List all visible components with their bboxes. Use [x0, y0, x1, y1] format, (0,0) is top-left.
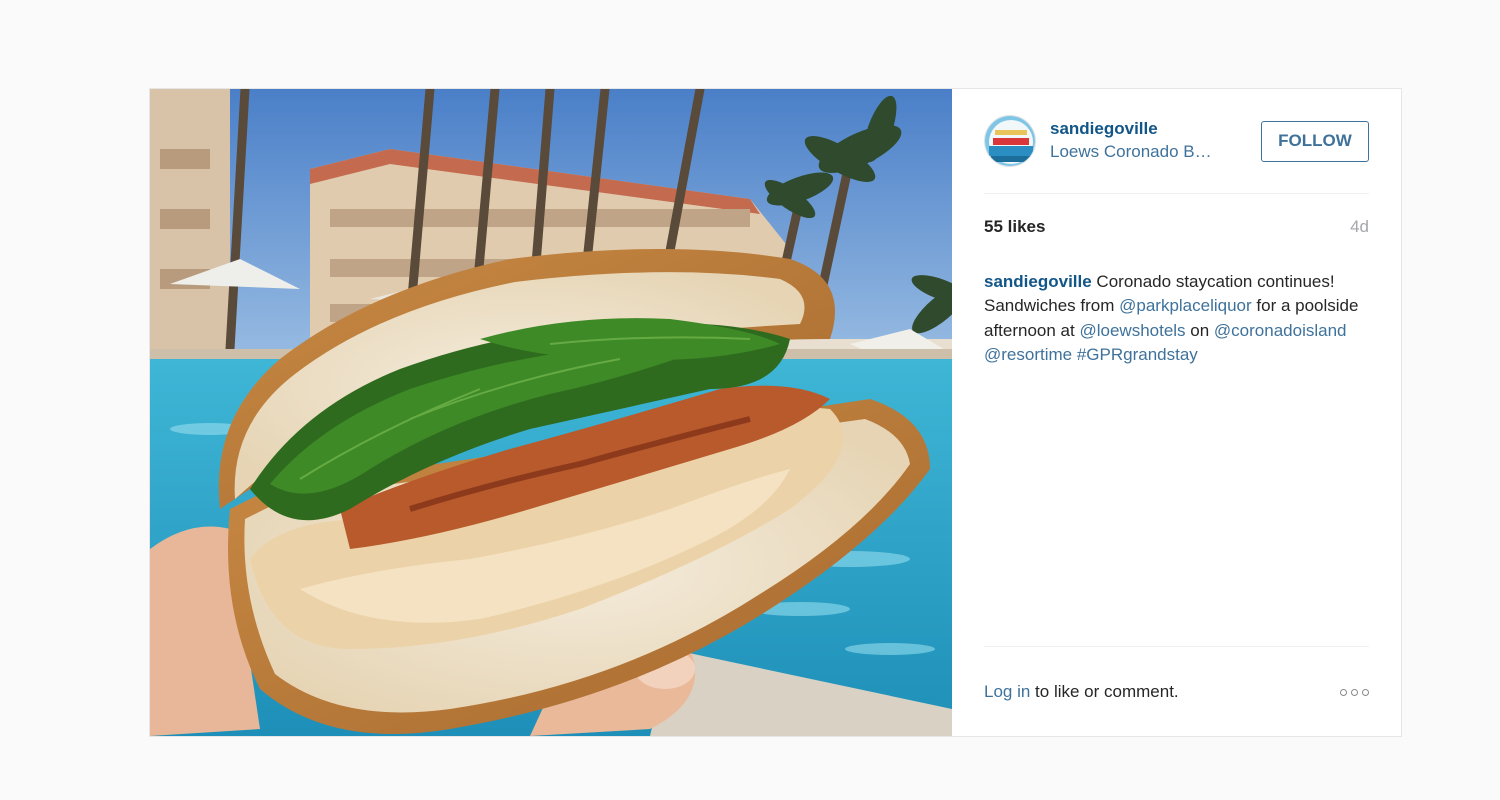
- likes-count[interactable]: 55 likes: [984, 217, 1045, 237]
- post-sidebar: sandiegoville Loews Coronado B… FOLLOW 5…: [952, 89, 1401, 736]
- dot: [1340, 688, 1347, 696]
- username-link[interactable]: sandiegoville: [1050, 118, 1261, 140]
- post-photo[interactable]: [150, 89, 952, 736]
- location-link[interactable]: Loews Coronado B…: [1050, 140, 1235, 164]
- mention-resortime[interactable]: @resortime: [984, 345, 1072, 364]
- mention-parkplaceliquor[interactable]: @parkplaceliquor: [1119, 296, 1252, 315]
- post-header: sandiegoville Loews Coronado B… FOLLOW: [984, 89, 1369, 194]
- post-age[interactable]: 4d: [1350, 217, 1369, 237]
- dot: [1351, 688, 1358, 696]
- dot: [1362, 688, 1369, 696]
- mention-loewshotels[interactable]: @loewshotels: [1079, 321, 1185, 340]
- post-caption: sandiegoville Coronado staycation contin…: [984, 270, 1369, 367]
- sandwich-photo: [150, 89, 952, 736]
- follow-button[interactable]: FOLLOW: [1261, 120, 1369, 162]
- login-prompt: Log in to like or comment.: [984, 682, 1179, 702]
- mention-coronadoisland[interactable]: @coronadoisland: [1214, 321, 1347, 340]
- author-info: sandiegoville Loews Coronado B…: [1050, 118, 1261, 164]
- avatar-logo-icon: [985, 116, 1035, 166]
- post-card: sandiegoville Loews Coronado B… FOLLOW 5…: [149, 88, 1402, 737]
- hashtag-gprgrandstay[interactable]: #GPRgrandstay: [1077, 345, 1198, 364]
- avatar[interactable]: [984, 115, 1036, 167]
- post-stats: 55 likes 4d: [984, 217, 1369, 237]
- caption-username[interactable]: sandiegoville: [984, 272, 1092, 291]
- post-footer: Log in to like or comment.: [984, 646, 1369, 737]
- caption-text: on: [1185, 320, 1214, 340]
- login-prompt-text: to like or comment.: [1030, 682, 1179, 701]
- login-link[interactable]: Log in: [984, 682, 1030, 701]
- more-options-icon[interactable]: [1340, 688, 1369, 696]
